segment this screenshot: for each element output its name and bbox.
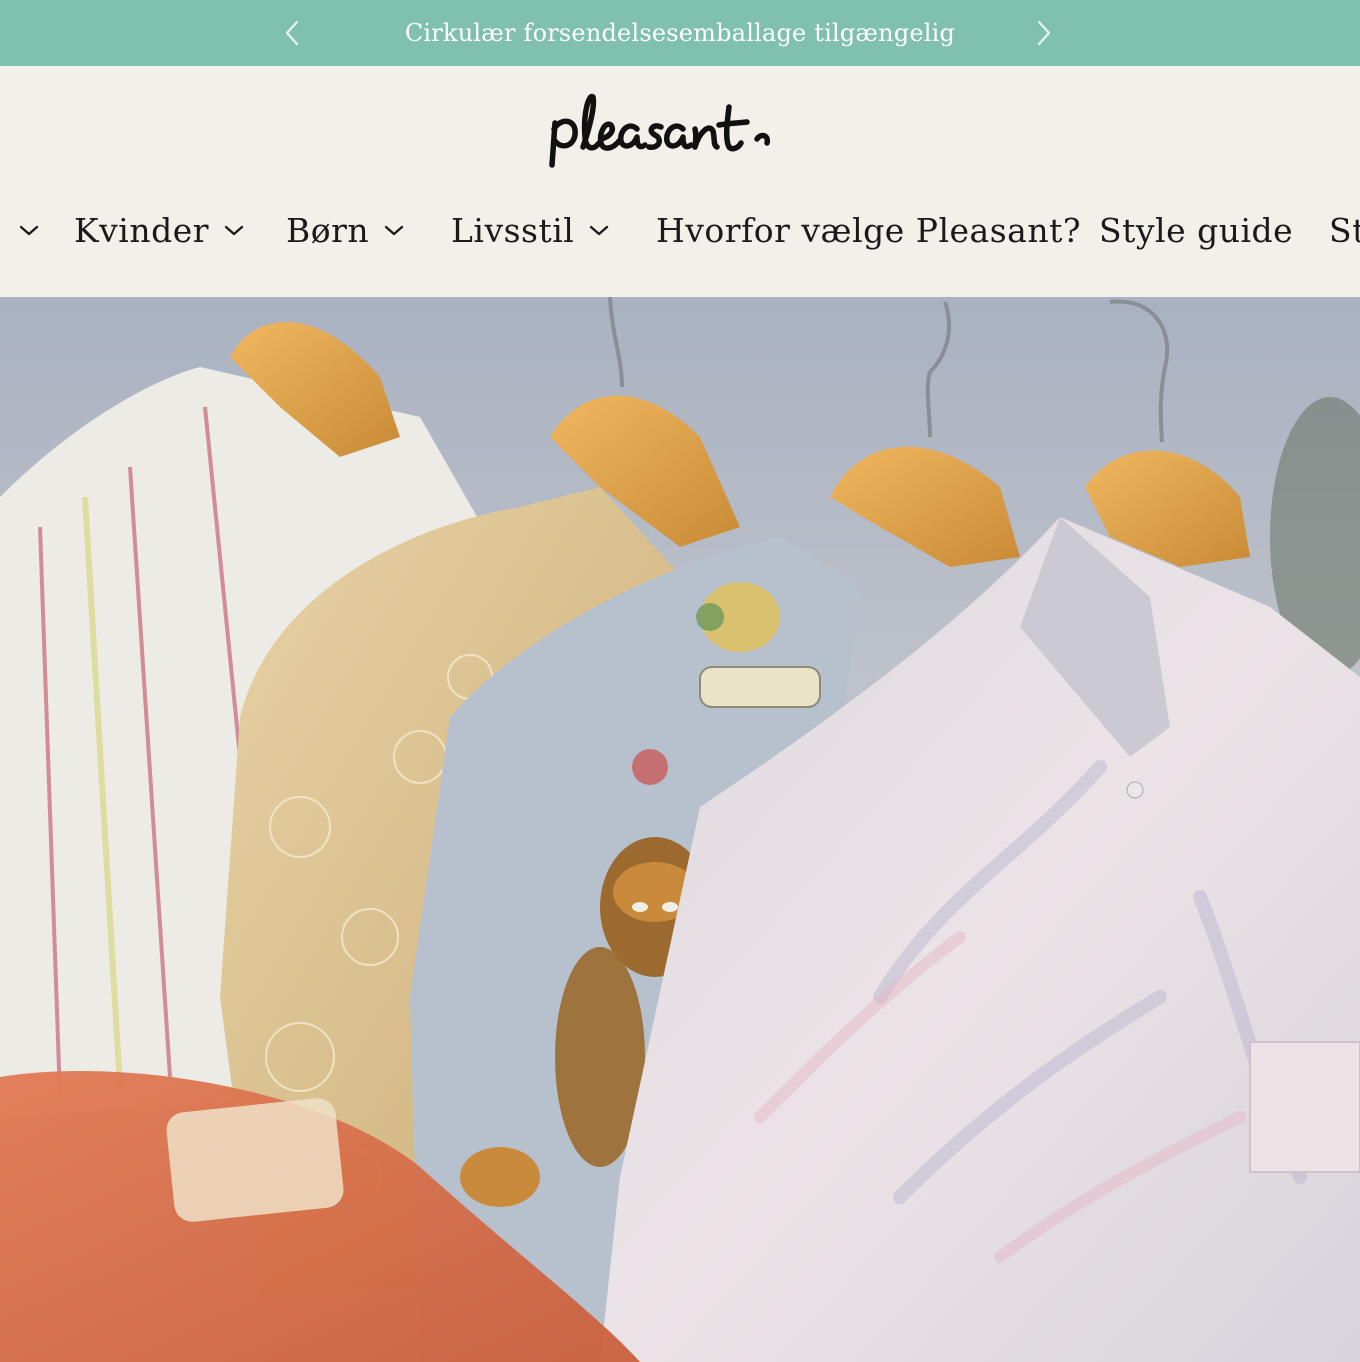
nav-item-label: Livsstil <box>451 210 575 250</box>
nav-item-born[interactable]: Børn <box>286 202 405 258</box>
nav-item-truncated[interactable]: St <box>1329 202 1360 258</box>
nav-item-livsstil[interactable]: Livsstil <box>451 202 610 258</box>
shirts-on-hangers-photo <box>0 297 1360 1362</box>
nav-item-label: Style guide <box>1099 210 1294 250</box>
nav-item-label: Hvorfor vælge Pleasant? <box>656 210 1082 250</box>
nav-item-label: Børn <box>286 210 370 250</box>
announcement-bar: Cirkulær forsendelsesemballage tilgængel… <box>0 0 1360 66</box>
pleasant-logo-icon <box>548 93 770 168</box>
hero-image <box>0 297 1360 1362</box>
nav-item-style-guide[interactable]: Style guide <box>1099 202 1293 258</box>
nav-item-kvinder[interactable]: Kvinder <box>74 202 245 258</box>
nav-item-label: St <box>1329 210 1360 250</box>
nav-item-label: Kvinder <box>74 210 210 250</box>
nav-item-hvorfor[interactable]: Hvorfor vælge Pleasant? <box>656 202 1081 258</box>
site-header: Kvinder Børn Livsstil Hvorfor vælge Plea… <box>0 66 1360 297</box>
chevron-down-icon <box>590 225 609 236</box>
main-navigation: Kvinder Børn Livsstil Hvorfor vælge Plea… <box>0 202 1360 258</box>
announcement-text: Cirkulær forsendelsesemballage tilgængel… <box>404 19 956 47</box>
chevron-down-icon <box>224 225 244 236</box>
chevron-down-icon <box>385 225 404 236</box>
nav-item-offscreen[interactable] <box>4 202 40 258</box>
chevron-down-icon <box>19 225 39 236</box>
chevron-right-icon[interactable] <box>1029 18 1059 48</box>
brand-logo[interactable] <box>540 86 795 171</box>
